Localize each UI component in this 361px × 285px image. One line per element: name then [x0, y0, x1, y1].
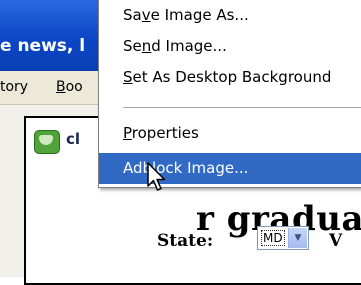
- state-label: State:: [157, 231, 214, 251]
- menu-separator: [123, 107, 361, 108]
- menu-item-properties[interactable]: Properties: [99, 118, 361, 149]
- menu-item-adblock-image[interactable]: Adblock Image...: [99, 153, 361, 184]
- browser-title: e news, l: [0, 36, 86, 56]
- site-logo-text[interactable]: cl: [66, 130, 80, 148]
- state-select[interactable]: MD ▼: [257, 226, 309, 250]
- context-menu: Save Image As... Send Image... Set As De…: [98, 0, 361, 188]
- chevron-down-icon[interactable]: ▼: [288, 228, 307, 248]
- menu-item-set-desktop-background[interactable]: Set As Desktop Background: [99, 62, 361, 93]
- menu-item-save-image-as[interactable]: Save Image As...: [99, 0, 361, 31]
- mouse-pointer-icon: [147, 162, 166, 191]
- menu-item-send-image[interactable]: Send Image...: [99, 31, 361, 62]
- state-select-value: MD: [261, 230, 285, 246]
- trailing-text: V: [329, 231, 343, 251]
- site-logo-icon[interactable]: [34, 130, 60, 154]
- menu-history[interactable]: tory: [0, 79, 28, 95]
- menu-bookmarks[interactable]: Boo: [56, 79, 83, 95]
